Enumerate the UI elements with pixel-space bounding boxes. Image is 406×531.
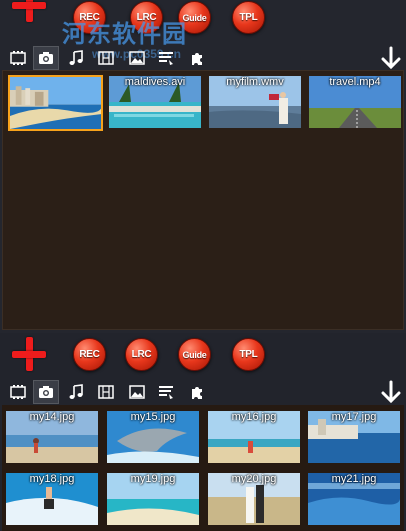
photo-thumbnail-6[interactable]: my19.jpg [107,473,199,525]
tab-image[interactable] [124,46,150,70]
beach-city-thumbnail-image [10,77,101,129]
tab-effects[interactable] [184,380,210,404]
bottom-toolbar: REC LRC Guide TPL [0,333,406,373]
music-icon [69,384,83,399]
tab-effects[interactable] [184,46,210,70]
photo-caption-4: my17.jpg [331,411,377,423]
film-strip-icon [98,385,114,399]
tab-video[interactable] [5,46,31,70]
photo-thumbnail-8[interactable]: my21.jpg [308,473,400,525]
tab-filmstrip[interactable] [93,46,119,70]
puzzle-icon [192,387,202,399]
image-icon [129,385,145,399]
video-thumbnail-grid: maldives.avi myfilm.wmv travel.mp4 [2,70,404,330]
add-plus-icon[interactable] [12,337,46,371]
video-icon [10,51,26,65]
film-strip-icon [98,51,114,65]
video-caption-2: maldives.avi [124,76,186,88]
photo-caption-1: my14.jpg [29,411,75,423]
video-panel: REC LRC Guide TPL 河东软件园 www.pc0359.cn ma… [0,0,406,333]
photo-thumbnail-3[interactable]: my16.jpg [208,411,300,463]
camera-icon [39,386,53,398]
puzzle-icon [192,53,202,65]
text-lines-icon [159,386,173,399]
tab-photo[interactable] [33,46,59,70]
tab-photo[interactable] [33,380,59,404]
photo-thumbnail-7[interactable]: my20.jpg [208,473,300,525]
tpl-button[interactable]: TPL [232,1,265,34]
video-caption-3: myfilm.wmv [226,76,284,88]
tab-text[interactable] [153,380,179,404]
video-thumbnail-4[interactable]: travel.mp4 [309,76,401,128]
bottom-tabbar [0,380,406,406]
video-thumbnail-2[interactable]: maldives.avi [109,76,201,128]
music-icon [69,50,83,65]
photo-thumbnail-grid: my14.jpg my15.jpg my16.jpg my17.jpg my18… [2,405,404,531]
image-icon [129,51,145,65]
tab-image[interactable] [124,380,150,404]
video-caption-4: travel.mp4 [329,76,381,88]
tab-video[interactable] [5,380,31,404]
photo-caption-7: my20.jpg [231,473,277,485]
tpl-button[interactable]: TPL [232,338,265,371]
photo-thumbnail-5[interactable]: my18.jpg [6,473,98,525]
video-thumbnail-1[interactable] [8,75,103,131]
scroll-down-arrow-icon[interactable] [380,380,402,404]
photo-thumbnail-4[interactable]: my17.jpg [308,411,400,463]
photo-caption-6: my19.jpg [130,473,176,485]
photo-thumbnail-1[interactable]: my14.jpg [6,411,98,463]
rec-button[interactable]: REC [73,338,106,371]
photo-caption-3: my16.jpg [231,411,277,423]
add-plus-icon[interactable] [12,0,46,22]
lrc-button[interactable]: LRC [125,338,158,371]
scroll-down-arrow-icon[interactable] [380,46,402,70]
photo-thumbnail-2[interactable]: my15.jpg [107,411,199,463]
text-lines-icon [159,52,173,65]
video-icon [10,385,26,399]
top-tabbar [0,46,406,72]
photo-caption-2: my15.jpg [130,411,176,423]
video-thumbnail-3[interactable]: myfilm.wmv [209,76,301,128]
photo-caption-8: my21.jpg [331,473,377,485]
tab-music[interactable] [63,380,89,404]
tab-filmstrip[interactable] [93,380,119,404]
camera-icon [39,52,53,64]
photo-caption-5: my18.jpg [29,473,75,485]
tab-text[interactable] [153,46,179,70]
watermark-title: 河东软件园 [62,20,187,48]
guide-button[interactable]: Guide [178,338,211,371]
top-toolbar: REC LRC Guide TPL [0,0,406,40]
tab-music[interactable] [63,46,89,70]
